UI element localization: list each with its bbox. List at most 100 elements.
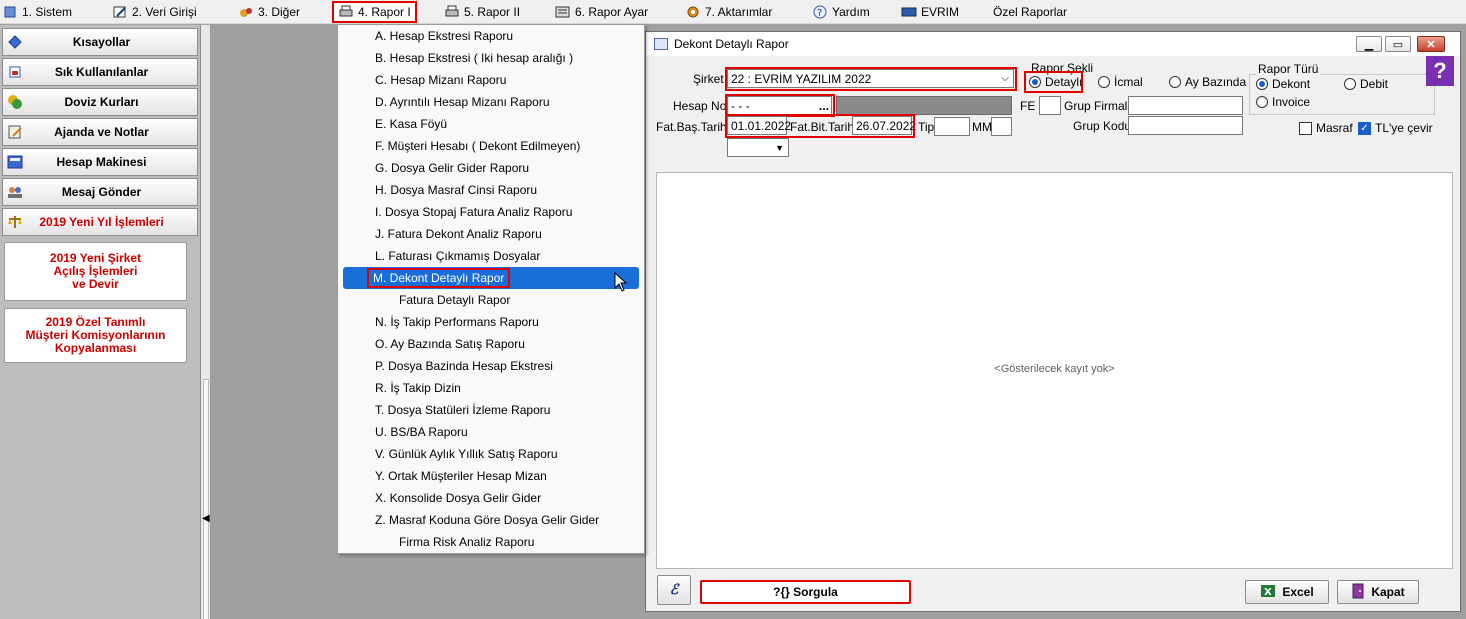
dropdown-item-label: A. Hesap Ekstresi Raporu [375,29,514,43]
dropdown-item[interactable]: Y. Ortak Müşteriler Hesap Mizan [338,465,644,487]
dropdown-item-label: P. Dosya Bazinda Hesap Ekstresi [375,359,553,373]
dropdown-item[interactable]: H. Dosya Masraf Cinsi Raporu [338,179,644,201]
tip-label: Tip [918,120,935,134]
eb-logo-button[interactable]: ℰ [657,575,691,605]
left-panel: Kısayollar Sık Kullanılanlar Doviz Kurla… [0,25,201,619]
menu-ozel-raporlar[interactable]: Özel Raporlar [993,2,1067,22]
dropdown-item[interactable]: G. Dosya Gelir Gider Raporu [338,157,644,179]
menu-rapor-1[interactable]: 4. Rapor I [332,1,417,23]
menu-veri-girisi[interactable]: 2. Veri Girişi [112,2,197,22]
svg-text:X: X [1264,587,1272,598]
dropdown-item[interactable]: X. Konsolide Dosya Gelir Gider [338,487,644,509]
tip-input[interactable] [934,117,970,136]
window-titlebar[interactable]: Dekont Detaylı Rapor [646,32,1460,56]
grup-firmalar-input[interactable] [1128,96,1243,115]
menu-rapor-2[interactable]: 5. Rapor II [444,2,520,22]
dekont-detayli-rapor-window: Dekont Detaylı Rapor ▁ ▭ ✕ Şirket 22 : E… [645,31,1461,612]
dropdown-item[interactable]: Firma Risk Analiz Raporu [338,531,644,553]
dropdown-item-label: J. Fatura Dekont Analiz Raporu [375,227,542,241]
grup-kodu-input[interactable] [1128,116,1243,135]
menubar: 1. Sistem 2. Veri Girişi 3. Diğer 4. Rap… [0,0,1466,24]
masraf-checkbox[interactable]: Masraf [1299,121,1353,135]
dropdown-item[interactable]: J. Fatura Dekont Analiz Raporu [338,223,644,245]
grup-kodu-label: Grup Kodu [1073,119,1132,133]
dropdown-item[interactable]: Fatura Detaylı Rapor [338,289,644,311]
dropdown-item[interactable]: L. Faturası Çıkmamış Dosyalar [338,245,644,267]
menu-sistem[interactable]: 1. Sistem [2,2,72,22]
currency-icon [6,93,24,111]
help-icon: ? [812,4,828,20]
dropdown-item[interactable]: A. Hesap Ekstresi Raporu [338,25,644,47]
ozel-komisyon-kopyalama-button[interactable]: 2019 Özel Tanımlı Müşteri Komisyonlarını… [4,308,187,363]
nav-ajanda-notlar[interactable]: Ajanda ve Notlar [2,118,198,146]
kapat-button[interactable]: Kapat [1337,580,1419,604]
dropdown-item[interactable]: Z. Masraf Koduna Göre Dosya Gelir Gider [338,509,644,531]
help-button[interactable]: ? [1426,56,1454,86]
menu-rapor-ayar[interactable]: 6. Rapor Ayar [555,2,648,22]
dropdown-item[interactable]: F. Müşteri Hesabı ( Dekont Edilmeyen) [338,135,644,157]
dropdown-item[interactable]: T. Dosya Statüleri İzleme Raporu [338,399,644,421]
mm-input[interactable] [991,117,1012,136]
dropdown-item-label: G. Dosya Gelir Gider Raporu [375,161,530,175]
radio-debit[interactable]: Debit [1344,77,1388,91]
nav-hesap-makinesi[interactable]: Hesap Makinesi [2,148,198,176]
data-entry-icon [112,4,128,20]
radio-ay-bazinda[interactable]: Ay Bazında [1169,75,1246,89]
dropdown-item-label: E. Kasa Föyü [375,117,448,131]
close-button[interactable]: ✕ [1417,36,1445,52]
radio-dekont[interactable]: Dekont [1256,77,1310,91]
dropdown-item-label: O. Ay Bazında Satış Raporu [375,337,525,351]
menu-diger[interactable]: 3. Diğer [238,2,300,22]
svg-text:?: ? [817,8,822,19]
dropdown-item[interactable]: D. Ayrıntılı Hesap Mizanı Raporu [338,91,644,113]
dropdown-item[interactable]: V. Günlük Aylık Yıllık Satış Raporu [338,443,644,465]
dropdown-item[interactable]: P. Dosya Bazinda Hesap Ekstresi [338,355,644,377]
dropdown-item-label: M. Dekont Detaylı Rapor [367,268,511,288]
menu-aktarimlar[interactable]: 7. Aktarımlar [685,2,772,22]
extra-select[interactable]: ▼ [727,138,789,157]
dropdown-item[interactable]: B. Hesap Ekstresi ( Iki hesap aralığı ) [338,47,644,69]
collapse-arrow-icon[interactable]: ◀ [202,513,210,524]
hesap-no-label: Hesap No [673,99,727,113]
dropdown-item-label: Z. Masraf Koduna Göre Dosya Gelir Gider [375,513,600,527]
tl-cevir-checkbox[interactable]: ✓ TL'ye çevir [1358,121,1433,135]
nav-kisayollar[interactable]: Kısayollar [2,28,198,56]
dropdown-item[interactable]: I. Dosya Stopaj Fatura Analiz Raporu [338,201,644,223]
dropdown-item[interactable]: E. Kasa Föyü [338,113,644,135]
yeni-sirket-acilis-button[interactable]: 2019 Yeni Şirket Açılış İşlemleri ve Dev… [4,242,187,301]
radio-icmal[interactable]: İcmal [1098,75,1143,89]
panel-splitter[interactable]: ◀ [201,25,211,619]
sorgula-button[interactable]: ?{} Sorgula [700,580,911,604]
splitter-scroll-thumb[interactable] [203,379,209,619]
dropdown-item-label: H. Dosya Masraf Cinsi Raporu [375,183,538,197]
dropdown-item[interactable]: U. BS/BA Raporu [338,421,644,443]
radio-invoice[interactable]: Invoice [1256,95,1310,109]
printer-icon [444,4,460,20]
dropdown-item[interactable]: R. İş Takip Dizin [338,377,644,399]
nav-yeni-yil-islemleri[interactable]: 2019 Yeni Yıl İşlemleri [2,208,198,236]
nav-sik-kullanilanlar[interactable]: Sık Kullanılanlar [2,58,198,86]
nav-doviz-kurlari[interactable]: Doviz Kurları [2,88,198,116]
dropdown-item[interactable]: N. İş Takip Performans Raporu [338,311,644,333]
results-grid[interactable]: <Gösterilecek kayıt yok> [656,172,1453,569]
fat-bas-tarihi-label: Fat.Baş.Tarihi [656,120,730,134]
excel-button[interactable]: X Excel [1245,580,1329,604]
check-icon: ✓ [1358,121,1371,135]
dropdown-item[interactable]: M. Dekont Detaylı Rapor [343,267,639,289]
dropdown-item-label: I. Dosya Stopaj Fatura Analiz Raporu [375,205,573,219]
fe-input[interactable] [1039,96,1061,115]
dropdown-item-label: N. İş Takip Performans Raporu [375,315,539,329]
sirket-highlight [725,67,1017,91]
dropdown-item[interactable]: O. Ay Bazında Satış Raporu [338,333,644,355]
nav-mesaj-gonder[interactable]: Mesaj Gönder [2,178,198,206]
minimize-button[interactable]: ▁ [1356,36,1382,52]
menu-yardim[interactable]: ? Yardım [812,2,870,22]
eb-logo-icon: ℰ [669,582,679,598]
caret-down-icon: ▼ [775,142,784,153]
menu-evrim[interactable]: EVRIM [901,2,959,22]
dropdown-item[interactable]: C. Hesap Mizanı Raporu [338,69,644,91]
maximize-button[interactable]: ▭ [1385,36,1411,52]
agenda-icon [6,123,24,141]
transfer-icon [685,4,701,20]
report-settings-icon [555,4,571,20]
